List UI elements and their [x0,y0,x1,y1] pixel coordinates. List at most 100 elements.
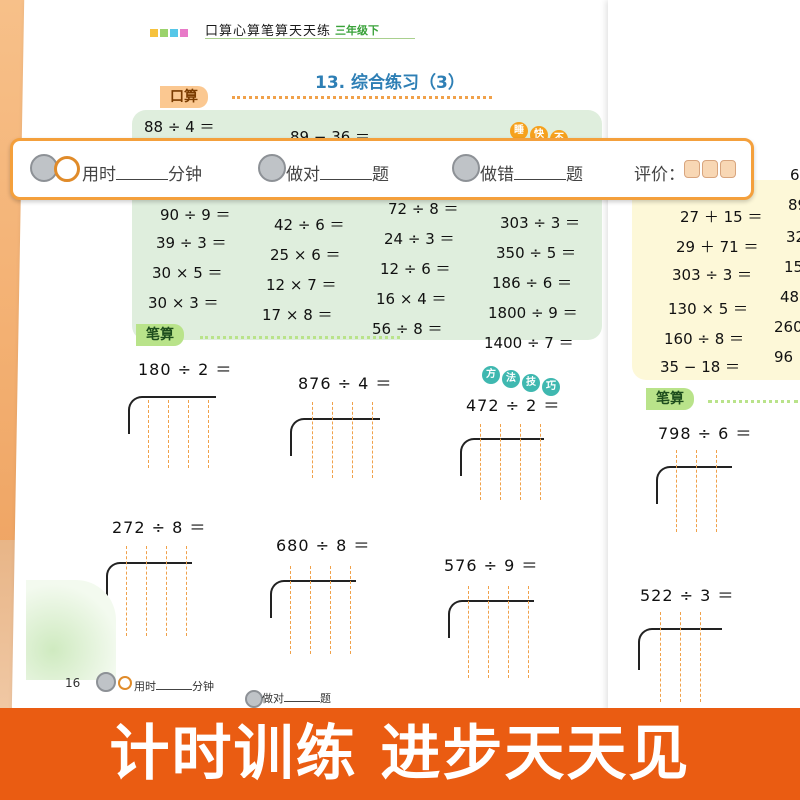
wrong-field: 做错 题 [480,160,583,185]
oral-dotted-line [232,96,492,99]
corner-decoration [26,580,116,680]
thumbs-up-icon[interactable] [702,160,718,178]
answer-guide [488,586,489,678]
rating-label: 评价： [634,165,685,185]
oral-problem-partial: 6 [790,166,800,184]
time-field: 用时 分钟 [82,160,202,185]
division-bracket [656,466,732,504]
footer-correct-unit: 题 [320,692,331,705]
oral-problem: 1800 ÷ 9 ＝ [488,304,578,322]
oral-problem-partial: 260 [774,318,800,336]
written-problem: 798 ÷ 6 ＝ [658,424,753,443]
answer-guide [372,402,373,478]
answer-guide [468,586,469,678]
written-problem: 522 ÷ 3 ＝ [640,586,735,605]
oral-problem: 186 ÷ 6 ＝ [492,274,573,292]
footer-time: 用时 分钟 [134,678,214,694]
oral-problem: 303 ÷ 3 ＝ [500,214,581,232]
oral-problem: 35 − 18 ＝ [660,358,741,376]
method-badge: 技 [522,374,540,392]
oral-problem: 90 ÷ 9 ＝ [160,206,231,224]
oral-problem: 42 ÷ 6 ＝ [274,216,345,234]
oral-problem-partial: 48 [780,288,800,306]
wrong-label: 做错 [480,165,514,185]
thumbs-up-icon[interactable] [684,160,700,178]
written-problem: 472 ÷ 2 ＝ [466,396,561,415]
oral-problem: 88 ÷ 4 ＝ [144,118,215,136]
thumbs-up-icon[interactable] [720,160,736,178]
footer-correct-blank[interactable] [284,691,320,702]
answer-guide [352,402,353,478]
book-grade: 三年级下 [335,24,379,37]
footer-time-unit: 分钟 [192,680,214,693]
division-bracket [106,562,192,600]
oral-problem: 39 ÷ 3 ＝ [156,234,227,252]
oral-problem: 27 ＋ 15 ＝ [680,208,763,226]
oral-section-tag: 口算 [160,86,208,108]
oral-problem: 12 ÷ 6 ＝ [380,260,451,278]
division-bracket [290,418,380,456]
footer-time-label: 用时 [134,680,156,693]
correct-unit: 题 [372,165,389,185]
correct-blank[interactable] [320,165,372,180]
answer-guide [700,612,701,702]
oral-problem: 1400 ÷ 7 ＝ [484,334,574,352]
oral-problem: 30 × 5 ＝ [152,264,223,282]
correct-label: 做对 [286,165,320,185]
answer-guide [480,424,481,500]
oral-problem: 72 ÷ 8 ＝ [388,200,459,218]
answer-guide [126,546,127,636]
oral-problem-partial: 89 [788,196,800,214]
lesson-title: 13. 综合练习（3） [315,73,465,93]
koala-icon [258,154,286,182]
time-blank[interactable] [116,165,168,180]
written-problem: 272 ÷ 8 ＝ [112,518,207,537]
footer-correct-label: 做对 [262,692,284,705]
division-bracket [448,600,534,638]
written-problem: 876 ÷ 4 ＝ [298,374,393,393]
answer-guide [540,424,541,500]
division-bracket [128,396,216,434]
answer-guide [696,450,697,532]
clock-icon [54,156,80,182]
answer-guide [332,402,333,478]
division-bracket [460,438,544,476]
footer-correct: 做对 题 [262,690,331,706]
time-label: 用时 [82,165,116,185]
oral-problem: 130 × 5 ＝ [668,300,749,318]
oral-problem: 350 ÷ 5 ＝ [496,244,577,262]
wrong-blank[interactable] [514,165,566,180]
oral-problem: 160 ÷ 8 ＝ [664,330,745,348]
answer-guide [168,400,169,468]
time-unit: 分钟 [168,165,202,185]
oral-problem-partial: 32 [786,228,800,246]
koala-icon [245,690,263,708]
answer-guide [330,566,331,654]
answer-guide [350,566,351,654]
oral-problem: 25 × 6 ＝ [270,246,341,264]
slogan-text: 计时训练 进步天天见 [109,719,691,789]
answer-guide [520,424,521,500]
answer-guide [716,450,717,532]
book-title: 口算心算笔算天天练 [205,24,332,39]
oral-problem: 17 × 8 ＝ [262,306,333,324]
koala-icon [96,672,116,692]
answer-guide [312,402,313,478]
wrong-unit: 题 [566,165,583,185]
division-bracket [270,580,356,618]
written-problem: 576 ÷ 9 ＝ [444,556,539,575]
oral-problem: 303 ÷ 3 ＝ [672,266,753,284]
oral-problem: 29 ＋ 71 ＝ [676,238,759,256]
page-number: 16 [65,676,81,690]
oral-problem: 12 × 7 ＝ [266,276,337,294]
written-section-tag-right: 笔算 [646,388,694,410]
answer-guide [660,612,661,702]
answer-guide [528,586,529,678]
answer-guide [290,566,291,654]
written-problem: 180 ÷ 2 ＝ [138,360,233,379]
answer-guide [166,546,167,636]
oral-problem: 16 × 4 ＝ [376,290,447,308]
footer-time-blank[interactable] [156,679,192,690]
answer-guide [148,400,149,468]
written-problem: 680 ÷ 8 ＝ [276,536,371,555]
